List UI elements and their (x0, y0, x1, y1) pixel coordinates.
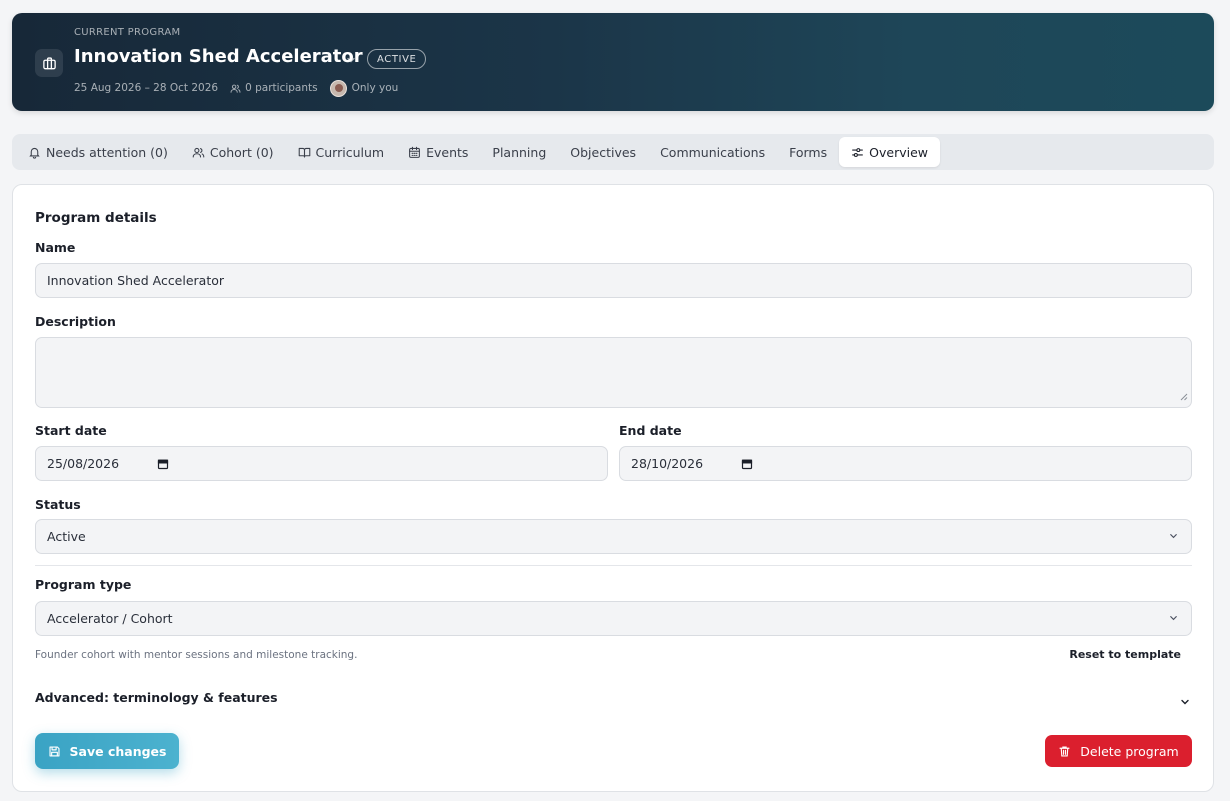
status-select[interactable]: Active (35, 519, 1192, 554)
tab-curriculum[interactable]: Curriculum (286, 137, 397, 167)
start-date-value: 25/08/2026 (47, 456, 120, 471)
description-textarea[interactable] (35, 337, 1192, 408)
date-range: 25 Aug 2026 – 28 Oct 2026 (74, 82, 219, 94)
tab-label: Cohort (0) (209, 144, 274, 160)
tab-needs-attention[interactable]: Needs attention (0) (16, 137, 180, 167)
bell-icon (29, 147, 40, 159)
tab-label: Planning (492, 144, 547, 160)
calendar-icon[interactable] (741, 458, 753, 470)
start-date-input[interactable]: 25/08/2026 (35, 446, 608, 481)
end-date-input[interactable]: 28/10/2026 (619, 446, 1192, 481)
start-date-label: Start date (35, 423, 107, 438)
program-type-value: Accelerator / Cohort (47, 611, 173, 626)
section-title: Program details (35, 210, 157, 226)
trash-icon (1059, 745, 1070, 757)
description-label: Description (35, 314, 116, 329)
tab-communications[interactable]: Communications (648, 137, 777, 167)
tab-label: Objectives (570, 144, 637, 160)
visibility-label: Only you (351, 82, 399, 94)
status-value: Active (47, 529, 86, 544)
tab-label: Events (426, 144, 469, 160)
program-details-card: Program details Name Innovation Shed Acc… (12, 184, 1214, 792)
program-header: CURRENT PROGRAM Innovation Shed Accelera… (12, 13, 1214, 111)
tab-label: Communications (660, 144, 766, 160)
advanced-toggle[interactable]: Advanced: terminology & features (35, 690, 278, 705)
calendar-icon (409, 146, 420, 158)
tab-planning[interactable]: Planning (480, 137, 558, 167)
program-type-select[interactable]: Accelerator / Cohort (35, 601, 1192, 636)
status-label: Status (35, 497, 81, 512)
reset-to-template-button[interactable]: Reset to template (1069, 648, 1181, 661)
name-input[interactable]: Innovation Shed Accelerator (35, 263, 1192, 298)
tab-events[interactable]: Events (396, 137, 480, 167)
name-value: Innovation Shed Accelerator (47, 273, 225, 288)
tab-label: Overview (869, 144, 928, 160)
calendar-icon[interactable] (157, 458, 169, 470)
delete-program-button[interactable]: Delete program (1045, 735, 1192, 767)
delete-label: Delete program (1080, 743, 1179, 759)
book-icon (298, 147, 310, 157)
tab-objectives[interactable]: Objectives (558, 137, 648, 167)
program-meta: 25 Aug 2026 – 28 Oct 2026 0 participants… (74, 79, 399, 97)
users-icon (230, 83, 241, 94)
tab-cohort[interactable]: Cohort (0) (180, 137, 286, 167)
header-eyebrow: CURRENT PROGRAM (74, 27, 181, 38)
end-date-value: 28/10/2026 (631, 456, 704, 471)
tab-label: Curriculum (315, 144, 385, 160)
program-title[interactable]: Innovation Shed Accelerator (74, 46, 363, 67)
save-changes-button[interactable]: Save changes (35, 733, 179, 769)
resize-grip-icon[interactable] (1180, 389, 1188, 404)
program-type-label: Program type (35, 577, 132, 592)
program-type-hint: Founder cohort with mentor sessions and … (35, 649, 358, 661)
tab-label: Needs attention (0) (46, 144, 168, 160)
chevron-down-icon (1168, 611, 1179, 626)
tab-overview[interactable]: Overview (839, 137, 940, 167)
participants-count: 0 participants (245, 82, 318, 94)
divider (35, 565, 1192, 566)
save-label: Save changes (69, 743, 167, 759)
name-label: Name (35, 240, 76, 255)
chevron-down-icon[interactable] (1179, 693, 1191, 712)
sliders-icon (852, 147, 864, 157)
tab-label: Forms (789, 144, 828, 160)
program-tabs: Needs attention (0) Cohort (0) Curriculu… (12, 134, 1214, 170)
briefcase-icon (35, 49, 63, 77)
end-date-label: End date (619, 423, 682, 438)
users-icon (192, 147, 205, 157)
tab-forms[interactable]: Forms (777, 137, 839, 167)
chevron-down-icon[interactable] (345, 51, 357, 70)
chevron-down-icon (1168, 529, 1179, 544)
status-badge: ACTIVE (367, 49, 427, 69)
avatar (329, 79, 347, 97)
save-icon (48, 745, 60, 757)
